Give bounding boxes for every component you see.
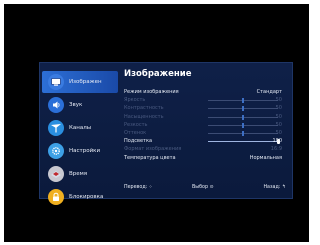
setting-value: Нормальная [249,154,282,161]
back-hint-label: Назад [263,185,279,190]
setting-label: Яркость [124,97,146,104]
osd-menu: Изображен Звук Каналы Настройки Время Бл… [39,62,293,205]
picture-settings-panel: Изображение Режим изображения Стандарт Ярк… [120,63,292,198]
setting-label: Резкость [124,121,148,128]
setting-label: Подсветка [124,138,153,145]
setting-slider[interactable] [208,106,278,112]
setting-label: Режим изображения [124,89,179,95]
setting-row[interactable]: Оттенок 50 [124,130,288,138]
back-hint: Назад: ↰ [263,185,286,190]
tv-screen: Изображен Звук Каналы Настройки Время Бл… [4,4,309,242]
setting-row[interactable]: Контрастность 50 [124,105,288,113]
settings-icon [48,143,64,159]
setting-value: 50 [275,105,282,112]
slider-knob[interactable] [242,122,244,128]
slider-knob[interactable] [242,114,244,120]
setting-label: Формат изображения [124,146,182,153]
setting-slider[interactable] [208,122,278,128]
dpad-icon: ⁘ [148,185,153,190]
setting-value: 50 [275,113,282,120]
sidebar-item-channels[interactable]: Каналы [42,117,118,139]
lock-icon [48,189,64,205]
antenna-icon [48,120,64,136]
setting-row[interactable]: Насыщенность 50 [124,114,288,122]
page-title: Изображение [124,69,192,79]
sound-icon [48,97,64,113]
slider-knob[interactable] [242,130,244,136]
sidebar-item-picture[interactable]: Изображен [42,71,118,93]
sidebar: Изображен Звук Каналы Настройки Время Бл… [40,63,118,205]
footer-hints: Перевод: ⁘ Выбор ⊙ Назад: ↰ [124,185,286,192]
sidebar-item-settings[interactable]: Настройки [42,140,118,162]
move-hint: Перевод: ⁘ [124,185,153,190]
slider-knob[interactable] [242,98,244,104]
setting-value: 50 [275,129,282,136]
sidebar-item-label: Звук [69,102,83,108]
setting-row[interactable]: Подсветка 100 [124,138,288,146]
sidebar-item-label: Каналы [69,125,92,131]
setting-label: Насыщенность [124,113,164,120]
setting-label: Оттенок [124,129,147,136]
sidebar-item-label: Блокировка [69,194,104,200]
setting-slider[interactable] [208,130,278,136]
sidebar-item-label: Время [69,171,88,177]
select-hint-label: Выбор [192,185,209,190]
setting-row[interactable]: Формат изображения 16:9 [124,146,288,154]
setting-value: 16:9 [270,146,282,153]
sidebar-item-time[interactable]: Время [42,163,118,185]
sidebar-item-label: Настройки [69,148,101,154]
picture-icon [48,74,64,90]
ok-icon: ⊙ [209,185,214,190]
setting-label: Контрастность [124,105,164,112]
setting-row[interactable]: Температура цвета Нормальная [124,155,288,163]
clock-icon [48,166,64,182]
setting-row[interactable]: Резкость 50 [124,122,288,130]
sidebar-item-label: Изображен [69,79,102,85]
setting-value: 100 [272,138,282,145]
setting-value: Стандарт [256,89,282,95]
setting-row[interactable]: Режим изображения Стандарт [124,89,288,97]
setting-label: Температура цвета [124,154,176,161]
setting-slider[interactable] [208,114,278,120]
settings-list: Режим изображения Стандарт Яркость 50 Контра… [124,89,288,163]
back-arrow-icon: ↰ [281,185,286,190]
move-hint-label: Перевод [124,185,146,190]
select-hint: Выбор ⊙ [192,185,214,190]
slider-knob[interactable] [242,106,244,112]
setting-value: 50 [275,97,282,104]
setting-value: 50 [275,121,282,128]
sidebar-item-lock[interactable]: Блокировка [42,186,118,208]
setting-row[interactable]: Яркость 50 [124,97,288,105]
setting-slider[interactable] [208,139,280,145]
sidebar-item-sound[interactable]: Звук [42,94,118,116]
setting-slider[interactable] [208,98,278,104]
